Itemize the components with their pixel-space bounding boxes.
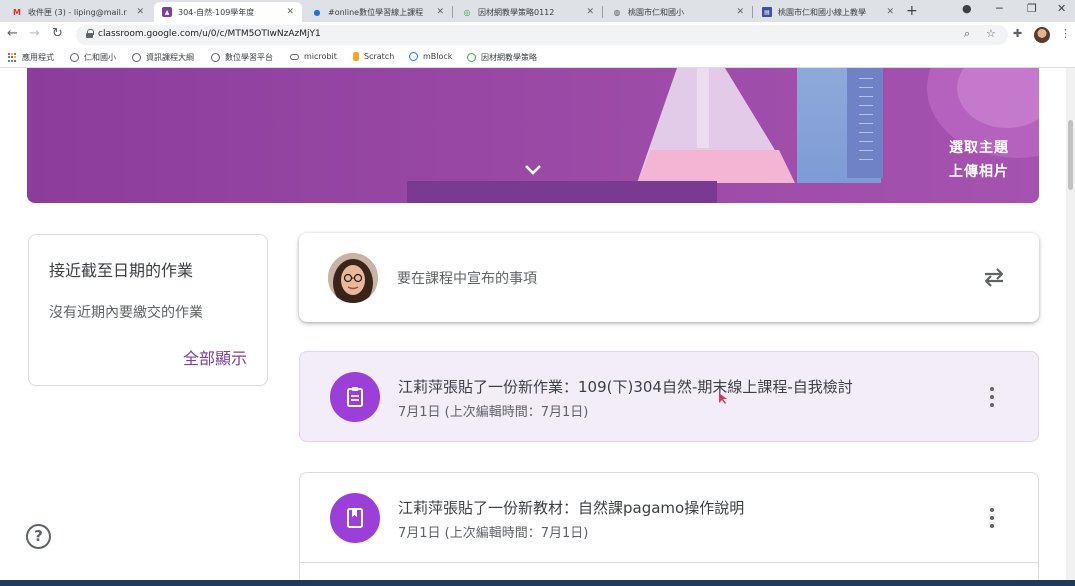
announcement-composer[interactable]: 要在課程中宣布的事項 bbox=[299, 233, 1039, 322]
bookmarks-bar: 應用程式 仁和國小 資訊課程大綱 數位學習平台 microbit Scratch… bbox=[0, 48, 1075, 68]
upcoming-work-card: 接近截至日期的作業 沒有近期內要繳交的作業 全部顯示 bbox=[28, 234, 268, 386]
browser-tab-bar: M 收件匣 (3) - liping@mail.r ✕ ▲ 304-自然-109… bbox=[0, 0, 1075, 22]
gmail-icon: M bbox=[13, 7, 21, 17]
stream-post[interactable]: 江莉萍張貼了一份新教材：自然課pagamo操作說明 7月1日 (上次編輯時間：7… bbox=[299, 472, 1039, 580]
close-icon[interactable]: ✕ bbox=[436, 7, 444, 17]
close-icon[interactable]: ✕ bbox=[136, 7, 144, 17]
browser-toolbar: ← → ↻ classroom.google.com/u/0/c/MTM5OTI… bbox=[0, 22, 1075, 48]
tab-gmail[interactable]: M 收件匣 (3) - liping@mail.r ✕ bbox=[4, 2, 152, 22]
reload-icon[interactable]: ↻ bbox=[52, 26, 63, 41]
window-close-icon[interactable]: ✕ bbox=[1057, 2, 1066, 15]
post-title[interactable]: 江莉萍張貼了一份新作業：109(下)304自然-期末線上課程-自我檢討 bbox=[398, 376, 853, 397]
tab-online-course[interactable]: ● #online數位學習線上課程 ✕ bbox=[304, 2, 452, 22]
bookmark-star-icon[interactable]: ☆ bbox=[986, 27, 996, 40]
sites-icon: ▤ bbox=[762, 7, 772, 17]
tab-school[interactable]: ◍ 桃園市仁和國小 ✕ bbox=[604, 2, 752, 22]
upcoming-title: 接近截至日期的作業 bbox=[49, 261, 194, 280]
link-icon bbox=[290, 53, 299, 60]
forward-icon[interactable]: → bbox=[29, 26, 40, 41]
bookmark-mblock[interactable]: mBlock bbox=[409, 52, 452, 61]
post-title[interactable]: 江莉萍張貼了一份新教材：自然課pagamo操作說明 bbox=[398, 497, 744, 518]
profile-avatar[interactable] bbox=[1034, 27, 1050, 43]
tab-title: 桃園市仁和國小線上教學 bbox=[778, 7, 866, 17]
address-bar[interactable]: classroom.google.com/u/0/c/MTM5OTIwNzAzM… bbox=[76, 25, 1008, 45]
select-theme-link[interactable]: 選取主題 bbox=[949, 137, 1009, 157]
tab-title: #online數位學習線上課程 bbox=[328, 7, 424, 17]
page-scrollbar[interactable] bbox=[1066, 68, 1075, 580]
class-banner: 選取主題 上傳相片 bbox=[27, 68, 1039, 203]
restore-icon[interactable]: ❐ bbox=[1027, 2, 1037, 15]
more-options-icon[interactable] bbox=[990, 508, 996, 528]
adaptive-icon bbox=[467, 53, 476, 62]
edge-icon: ● bbox=[313, 7, 321, 17]
globe-icon bbox=[132, 53, 141, 62]
close-icon[interactable]: ✕ bbox=[286, 7, 294, 17]
post-date: 7月1日 (上次編輯時間：7月1日) bbox=[398, 526, 589, 541]
menu-icon[interactable]: ⋮ bbox=[1060, 27, 1071, 40]
account-icon[interactable]: ● bbox=[962, 2, 972, 15]
more-options-icon[interactable] bbox=[990, 387, 996, 407]
bookmark-apps[interactable]: 應用程式 bbox=[8, 52, 54, 63]
bookmark-microbit[interactable]: microbit bbox=[290, 52, 337, 61]
new-tab-button[interactable]: + bbox=[906, 3, 918, 19]
globe-icon bbox=[211, 53, 220, 62]
mblock-icon bbox=[409, 52, 418, 61]
close-icon[interactable]: ✕ bbox=[736, 7, 744, 17]
classroom-icon: ▲ bbox=[162, 7, 172, 17]
flask-illustration bbox=[637, 68, 795, 183]
bookmark-scratch[interactable]: Scratch bbox=[353, 52, 394, 61]
tab-title: 收件匣 (3) - liping@mail.r bbox=[28, 7, 127, 17]
lock-icon bbox=[86, 29, 94, 38]
close-icon[interactable]: ✕ bbox=[886, 7, 894, 17]
minimize-icon[interactable]: ─ bbox=[996, 2, 1003, 15]
bookmark-learning-platform[interactable]: 數位學習平台 bbox=[211, 52, 273, 63]
back-icon[interactable]: ← bbox=[7, 26, 18, 41]
globe-icon: ◍ bbox=[613, 7, 621, 17]
classroom-page: 選取主題 上傳相片 接近截至日期的作業 沒有近期內要繳交的作業 全部顯示 要在課… bbox=[0, 68, 1075, 580]
bookmark-school[interactable]: 仁和國小 bbox=[70, 52, 116, 63]
adaptive-icon: ◎ bbox=[463, 7, 471, 17]
apps-grid-icon bbox=[8, 53, 17, 62]
tab-school-online[interactable]: ▤ 桃園市仁和國小線上教學 ✕ bbox=[754, 2, 902, 22]
tab-title: 304-自然-109學年度 bbox=[178, 7, 255, 17]
scratch-icon bbox=[353, 52, 359, 61]
post-date: 7月1日 (上次編輯時間：7月1日) bbox=[398, 405, 589, 420]
upload-photo-link[interactable]: 上傳相片 bbox=[949, 161, 1009, 181]
tab-title: 桃園市仁和國小 bbox=[628, 7, 684, 17]
mouse-cursor-icon bbox=[719, 393, 727, 404]
close-icon[interactable]: ✕ bbox=[586, 7, 594, 17]
stream-post[interactable]: 江莉萍張貼了一份新作業：109(下)304自然-期末線上課程-自我檢討 7月1日… bbox=[299, 351, 1039, 442]
repost-icon[interactable] bbox=[982, 264, 1006, 290]
upcoming-empty-text: 沒有近期內要繳交的作業 bbox=[49, 305, 203, 321]
material-icon bbox=[330, 493, 380, 543]
scroll-thumb[interactable] bbox=[1068, 120, 1073, 190]
bookmark-syllabus[interactable]: 資訊課程大綱 bbox=[132, 52, 194, 63]
os-taskbar bbox=[0, 580, 1075, 586]
user-avatar bbox=[328, 253, 378, 303]
tab-adaptive[interactable]: ◎ 因材網教學策略0112 ✕ bbox=[454, 2, 602, 22]
chevron-down-icon[interactable] bbox=[524, 164, 542, 176]
zoom-icon[interactable]: ⌕ bbox=[964, 27, 970, 41]
bookmark-adaptive[interactable]: 因材網教學策略 bbox=[467, 52, 537, 63]
view-all-link[interactable]: 全部顯示 bbox=[183, 345, 247, 369]
url-text: classroom.google.com/u/0/c/MTM5OTIwNzAzM… bbox=[98, 29, 321, 39]
assignment-icon bbox=[330, 372, 380, 422]
help-icon[interactable]: ? bbox=[26, 524, 51, 549]
globe-icon bbox=[70, 53, 79, 62]
tab-classroom[interactable]: ▲ 304-自然-109學年度 ✕ bbox=[154, 2, 302, 22]
tab-title: 因材網教學策略0112 bbox=[478, 7, 555, 17]
announce-prompt[interactable]: 要在課程中宣布的事項 bbox=[397, 268, 537, 288]
extensions-icon[interactable]: ✚ bbox=[1013, 27, 1022, 40]
